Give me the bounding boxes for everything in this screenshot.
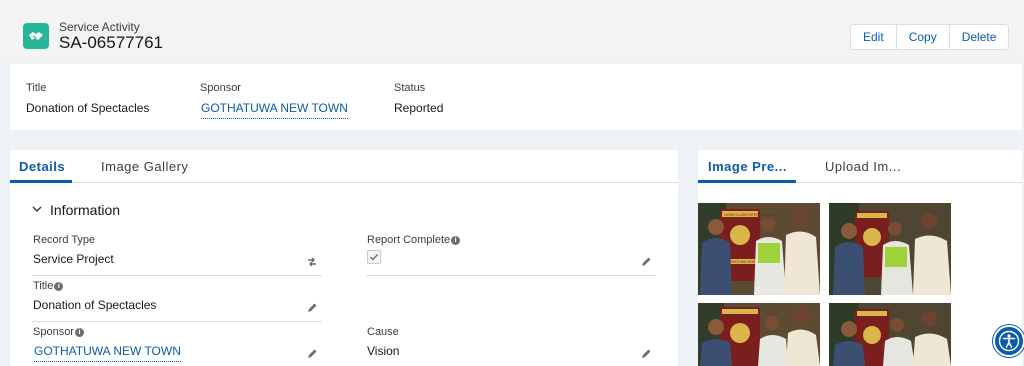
- field-divider: [366, 275, 656, 276]
- highlight-title-label: Title: [26, 82, 47, 94]
- highlights-panel: Title Donation of Spectacles Sponsor GOT…: [10, 64, 1022, 130]
- field-cause: Cause Vision: [367, 326, 399, 358]
- action-button-group: Edit Copy Delete: [850, 24, 1010, 50]
- side-tab-bar: Image Pre... Upload Im...: [698, 150, 1022, 183]
- active-tab-indicator: [698, 180, 796, 183]
- information-section-header[interactable]: Information: [32, 202, 120, 218]
- highlight-sponsor-label: Sponsor: [200, 82, 241, 94]
- title-value: Donation of Spectacles: [33, 298, 157, 312]
- section-title: Information: [50, 202, 121, 218]
- record-header: Service Activity SA-06577761 Edit Copy D…: [0, 0, 1024, 62]
- main-tab-bar: Details Image Gallery: [10, 150, 678, 183]
- info-icon[interactable]: i: [451, 235, 461, 245]
- gallery-image-thumbnail[interactable]: [829, 303, 951, 366]
- field-record-type: Record Type Service Project: [33, 234, 114, 266]
- gallery-image-thumbnail[interactable]: [829, 203, 951, 295]
- field-divider: [32, 321, 322, 322]
- details-card: Details Image Gallery Information Record…: [10, 150, 678, 366]
- record-name: SA-06577761: [59, 33, 163, 52]
- highlight-title-value: Donation of Spectacles: [26, 101, 150, 115]
- field-report-complete: Report Complete i: [367, 234, 461, 269]
- copy-button[interactable]: Copy: [896, 25, 950, 49]
- report-complete-checkbox: [367, 250, 381, 264]
- banner-text: LIONS CLUBS INTERNATIONAL: [724, 213, 776, 217]
- edit-title-pencil-icon[interactable]: [306, 302, 318, 314]
- accessibility-icon: [998, 330, 1020, 352]
- tab-image-gallery[interactable]: Image Gallery: [101, 159, 188, 174]
- highlight-status-label: Status: [394, 82, 426, 94]
- tab-upload-image[interactable]: Upload Im...: [825, 159, 901, 174]
- sponsor-label: Sponsor: [33, 326, 74, 338]
- sponsor-link[interactable]: GOTHATUWA NEW TOWN: [34, 344, 181, 362]
- highlight-status: Status Reported: [394, 82, 443, 115]
- accessibility-button[interactable]: [993, 325, 1024, 357]
- highlight-sponsor: Sponsor GOTHATUWA NEW TOWN: [200, 82, 348, 119]
- highlight-title: Title Donation of Spectacles: [26, 82, 149, 115]
- field-title: Title i Donation of Spectacles: [33, 280, 156, 312]
- handshake-icon: [23, 23, 49, 49]
- record-type-label: Record Type: [33, 234, 96, 246]
- edit-sponsor-pencil-icon[interactable]: [306, 348, 318, 360]
- title-label: Title: [33, 280, 54, 292]
- delete-button[interactable]: Delete: [949, 25, 1009, 49]
- cause-value: Vision: [367, 344, 400, 358]
- gallery-image-thumbnail[interactable]: LIONS CLUBS INTERNATIONAL GOTHATUWA NEW …: [698, 203, 820, 295]
- field-divider: [32, 275, 322, 276]
- highlight-status-value: Reported: [394, 101, 444, 115]
- checkmark-icon: [370, 254, 379, 261]
- highlight-sponsor-link[interactable]: GOTHATUWA NEW TOWN: [201, 101, 348, 119]
- chevron-down-icon: [32, 203, 42, 217]
- edit-button[interactable]: Edit: [851, 25, 897, 49]
- record-type-value: Service Project: [33, 252, 114, 266]
- info-icon[interactable]: i: [74, 327, 84, 337]
- change-record-type-icon[interactable]: [306, 256, 318, 268]
- object-type-label: Service Activity: [59, 20, 140, 34]
- edit-cause-pencil-icon[interactable]: [640, 348, 652, 360]
- field-sponsor: Sponsor i GOTHATUWA NEW TOWN: [33, 326, 181, 362]
- tab-image-preview[interactable]: Image Pre...: [708, 159, 787, 174]
- tab-details[interactable]: Details: [19, 159, 65, 174]
- cause-label: Cause: [367, 326, 399, 338]
- info-icon[interactable]: i: [54, 281, 64, 291]
- edit-report-complete-pencil-icon[interactable]: [640, 256, 652, 268]
- report-complete-label: Report Complete: [367, 234, 451, 246]
- gallery-image-thumbnail[interactable]: [698, 303, 820, 366]
- active-tab-indicator: [10, 180, 72, 183]
